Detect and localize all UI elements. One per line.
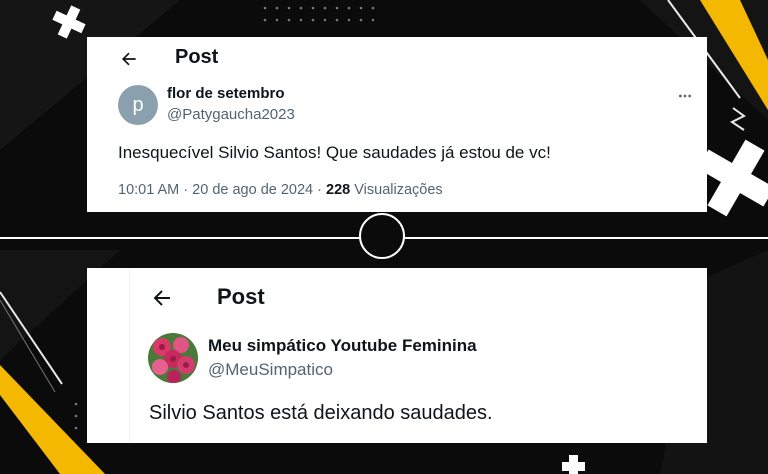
user-handle[interactable]: @MeuSimpatico [208, 360, 333, 380]
page-title: Post [175, 46, 219, 68]
page-title: Post [217, 284, 265, 309]
roses-avatar-image [148, 333, 198, 383]
avatar-letter: p [132, 93, 144, 116]
post-meta: 10:01 AM · 20 de ago de 2024 · 228 Visua… [118, 182, 443, 198]
user-handle[interactable]: @Patygaucha2023 [167, 106, 295, 123]
meta-separator: · [317, 182, 322, 198]
avatar[interactable] [148, 333, 198, 383]
meta-separator: · [183, 182, 189, 198]
plus-icon [562, 455, 585, 474]
divider-circle [359, 213, 405, 259]
view-label: Visualizações [354, 182, 443, 198]
post-time[interactable]: 10:01 AM [118, 182, 179, 198]
column-border [129, 268, 130, 443]
display-name[interactable]: flor de setembro [167, 85, 285, 102]
display-name[interactable]: Meu simpático Youtube Feminina [208, 336, 477, 356]
more-options-icon[interactable] [677, 88, 693, 104]
post-text: Inesquecível Silvio Santos! Que saudades… [118, 143, 551, 162]
post-text: Silvio Santos está deixando saudades. [149, 402, 493, 424]
avatar[interactable]: p [118, 85, 158, 125]
bottom-post-card: Post Meu simpático Youtube Feminina @Meu… [87, 268, 707, 443]
post-date[interactable]: 20 de ago de 2024 [192, 182, 313, 198]
back-arrow-icon[interactable] [119, 49, 139, 69]
back-arrow-icon[interactable] [150, 286, 174, 310]
top-post-card: Post p flor de setembro @Patygaucha2023 … [87, 37, 707, 212]
view-count: 228 [326, 182, 351, 198]
plus-icon [697, 139, 768, 217]
